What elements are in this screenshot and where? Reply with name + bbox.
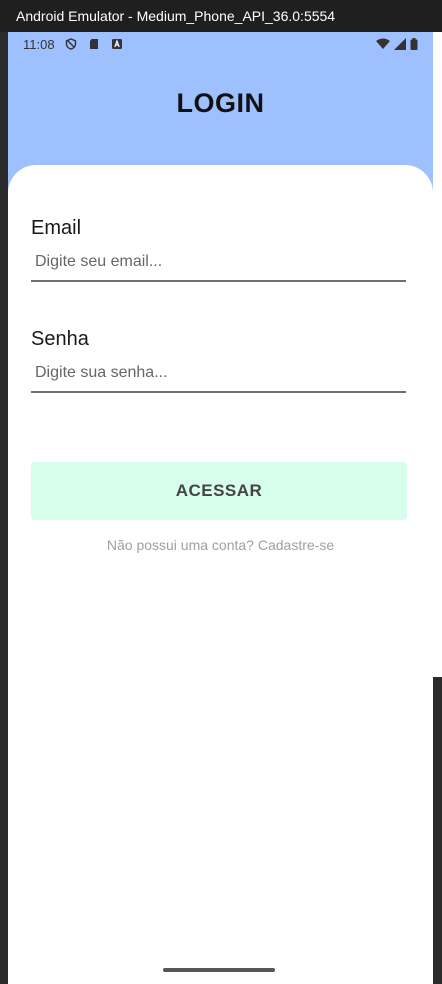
password-label: Senha	[31, 328, 89, 350]
emulator-title-bar: Android Emulator - Medium_Phone_API_36.0…	[0, 0, 442, 32]
phone-screen: 11:08 LOGIN Email Senha	[8, 32, 433, 984]
gesture-home-bar[interactable]	[163, 968, 275, 972]
window-title: Android Emulator - Medium_Phone_API_36.0…	[16, 8, 336, 24]
notification-a-icon	[112, 39, 122, 49]
email-field[interactable]	[31, 244, 406, 282]
sd-card-icon	[90, 39, 98, 49]
status-bar: 11:08	[8, 32, 433, 58]
wifi-icon	[376, 38, 390, 49]
login-card: Email Senha ACESSAR Não possui uma conta…	[8, 165, 433, 984]
email-label: Email	[31, 217, 82, 239]
signup-link[interactable]: Não possui uma conta? Cadastre-se	[8, 537, 433, 553]
login-button[interactable]: ACESSAR	[31, 462, 407, 520]
page-title: LOGIN	[176, 88, 265, 118]
status-time: 11:08	[23, 37, 55, 52]
shield-icon	[65, 38, 77, 50]
battery-icon	[410, 38, 418, 50]
left-edge	[0, 32, 8, 984]
right-edge	[433, 32, 442, 984]
password-field[interactable]	[31, 355, 406, 393]
signal-icon	[394, 38, 406, 50]
